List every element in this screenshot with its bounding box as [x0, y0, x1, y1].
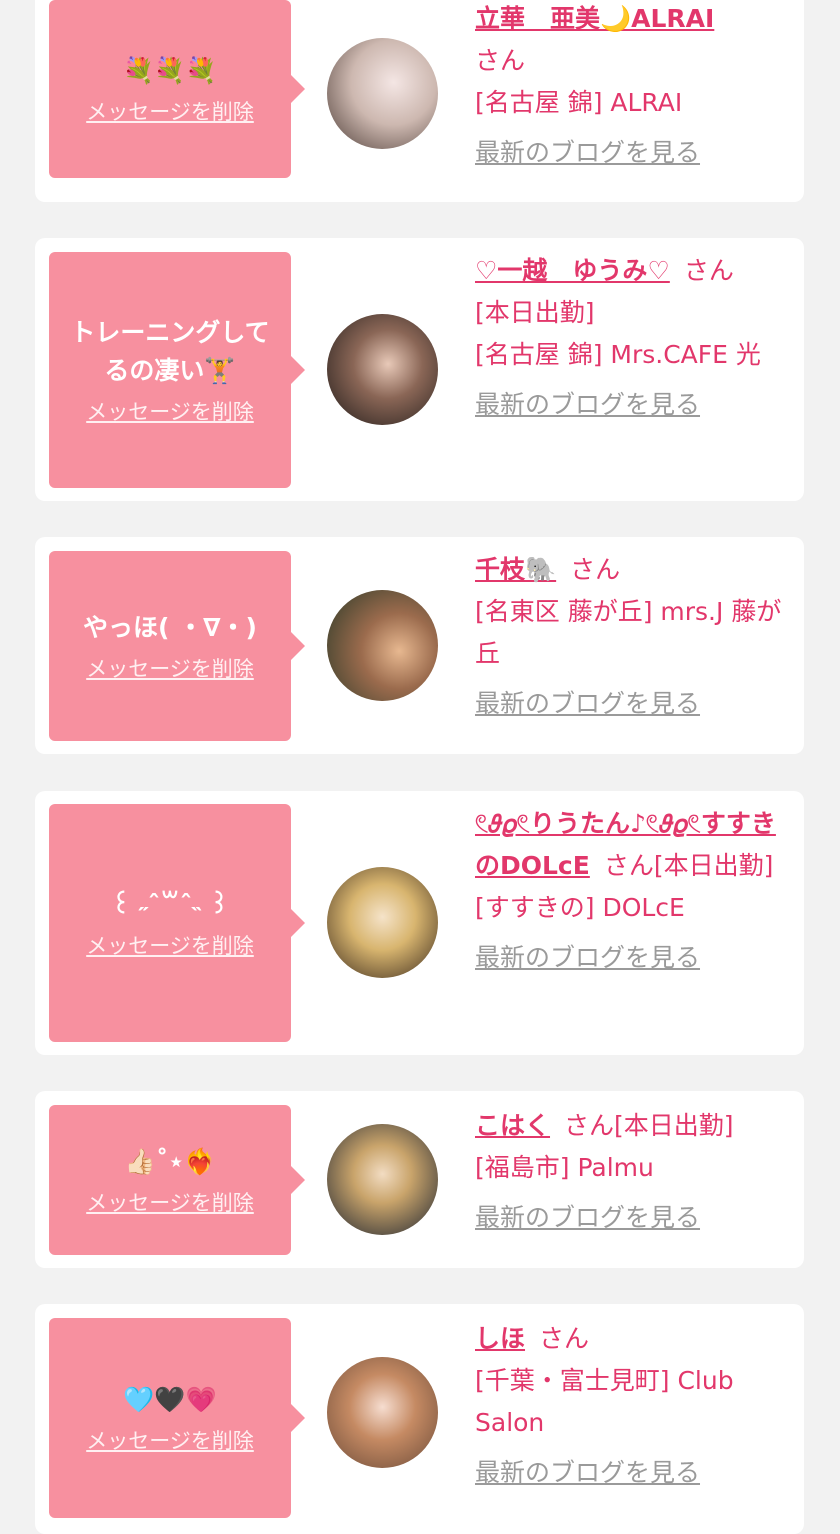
delete-message-link[interactable]: メッセージを削除	[86, 396, 254, 426]
shop-text: [すすきの] DOLcE	[475, 893, 685, 922]
san-label: さん	[570, 555, 621, 584]
message-bubble: 👍🏻˚⋆❤️‍🔥 メッセージを削除	[49, 1105, 305, 1255]
message-text: 🩵🖤💗	[123, 1385, 217, 1414]
latest-blog-link[interactable]: 最新のブログを見る	[475, 683, 795, 725]
shop-text: [名東区 藤が丘] mrs.J 藤が丘	[475, 597, 782, 668]
avatar[interactable]	[327, 867, 438, 978]
message-card: 👍🏻˚⋆❤️‍🔥 メッセージを削除 こはく さん[本日出勤] [福島市] Palm…	[35, 1091, 804, 1268]
avatar[interactable]	[327, 590, 438, 701]
san-label: さん	[603, 851, 654, 880]
message-bubble: ꒰ ˶ˆ꒳ˆ˵ ꒱ メッセージを削除	[49, 804, 305, 1042]
avatar[interactable]	[327, 38, 438, 149]
avatar[interactable]	[327, 1357, 438, 1468]
message-card: 🩵🖤💗 メッセージを削除 しほ さん [千葉・富士見町] Club Salon 最…	[35, 1304, 804, 1534]
status-text: [本日出勤]	[614, 1111, 734, 1140]
delete-message-link[interactable]: メッセージを削除	[86, 653, 254, 683]
message-card: 💐💐💐 メッセージを削除 立華 亜美🌙ALRAI さん [名古屋 錦] ALRA…	[35, 0, 804, 202]
status-text: [本日出勤]	[475, 298, 595, 327]
delete-message-link[interactable]: メッセージを削除	[86, 1425, 254, 1455]
profile-name-link[interactable]: しほ	[475, 1324, 525, 1353]
message-bubble: トレーニングしてるの凄い🏋️ メッセージを削除	[49, 252, 305, 488]
message-card: やっほ( ・∇・) メッセージを削除 千枝🐘 さん [名東区 藤が丘] mrs.J…	[35, 537, 804, 754]
profile-info: ♡一越 ゆうみ♡ さん [本日出勤] [名古屋 錦] Mrs.CAFE 光 最新の…	[475, 250, 795, 426]
latest-blog-link[interactable]: 最新のブログを見る	[475, 132, 795, 174]
profile-name-link[interactable]: ♡一越 ゆうみ♡	[475, 256, 670, 285]
profile-info: しほ さん [千葉・富士見町] Club Salon 最新のブログを見る	[475, 1318, 795, 1494]
message-text: トレーニングしてるの凄い🏋️	[70, 318, 270, 385]
profile-info: こはく さん[本日出勤] [福島市] Palmu 最新のブログを見る	[475, 1105, 795, 1239]
message-card: ꒰ ˶ˆ꒳ˆ˵ ꒱ メッセージを削除 𓏲𝜗𝜚𓏲りうたん♪𓏲𝜗𝜚𓏲すすきのDOLc…	[35, 791, 804, 1055]
message-text: 👍🏻˚⋆❤️‍🔥	[124, 1147, 216, 1176]
message-bubble: 💐💐💐 メッセージを削除	[49, 0, 305, 178]
san-label: さん	[539, 1324, 590, 1353]
shop-text: [名古屋 錦] Mrs.CAFE 光	[475, 340, 761, 369]
shop-text: [千葉・富士見町] Club Salon	[475, 1366, 734, 1437]
message-text: やっほ( ・∇・)	[83, 613, 257, 642]
profile-info: 立華 亜美🌙ALRAI さん [名古屋 錦] ALRAI 最新のブログを見る	[475, 0, 795, 174]
message-text: ꒰ ˶ˆ꒳ˆ˵ ꒱	[111, 890, 229, 919]
san-label: さん	[683, 256, 734, 285]
avatar[interactable]	[327, 1124, 438, 1235]
message-bubble: やっほ( ・∇・) メッセージを削除	[49, 551, 305, 741]
san-label: さん	[564, 1111, 615, 1140]
latest-blog-link[interactable]: 最新のブログを見る	[475, 937, 795, 979]
message-text: 💐💐💐	[123, 56, 217, 85]
latest-blog-link[interactable]: 最新のブログを見る	[475, 1197, 795, 1239]
san-label: さん	[475, 46, 526, 75]
message-bubble: 🩵🖤💗 メッセージを削除	[49, 1318, 305, 1518]
shop-text: [福島市] Palmu	[475, 1153, 654, 1182]
shop-text: [名古屋 錦] ALRAI	[475, 88, 683, 117]
delete-message-link[interactable]: メッセージを削除	[86, 1187, 254, 1217]
profile-name-link[interactable]: 立華 亜美🌙ALRAI	[475, 4, 714, 33]
profile-info: 𓏲𝜗𝜚𓏲りうたん♪𓏲𝜗𝜚𓏲すすきのDOLcE さん[本日出勤] [すすきの] DO…	[475, 803, 795, 979]
latest-blog-link[interactable]: 最新のブログを見る	[475, 1452, 795, 1494]
delete-message-link[interactable]: メッセージを削除	[86, 930, 254, 960]
profile-name-link[interactable]: 千枝🐘	[475, 555, 556, 584]
message-card: トレーニングしてるの凄い🏋️ メッセージを削除 ♡一越 ゆうみ♡ さん [本日出勤…	[35, 238, 804, 501]
latest-blog-link[interactable]: 最新のブログを見る	[475, 384, 795, 426]
delete-message-link[interactable]: メッセージを削除	[86, 96, 254, 126]
profile-info: 千枝🐘 さん [名東区 藤が丘] mrs.J 藤が丘 最新のブログを見る	[475, 549, 795, 725]
status-text: [本日出勤]	[653, 851, 774, 880]
avatar[interactable]	[327, 314, 438, 425]
profile-name-link[interactable]: こはく	[475, 1111, 550, 1140]
